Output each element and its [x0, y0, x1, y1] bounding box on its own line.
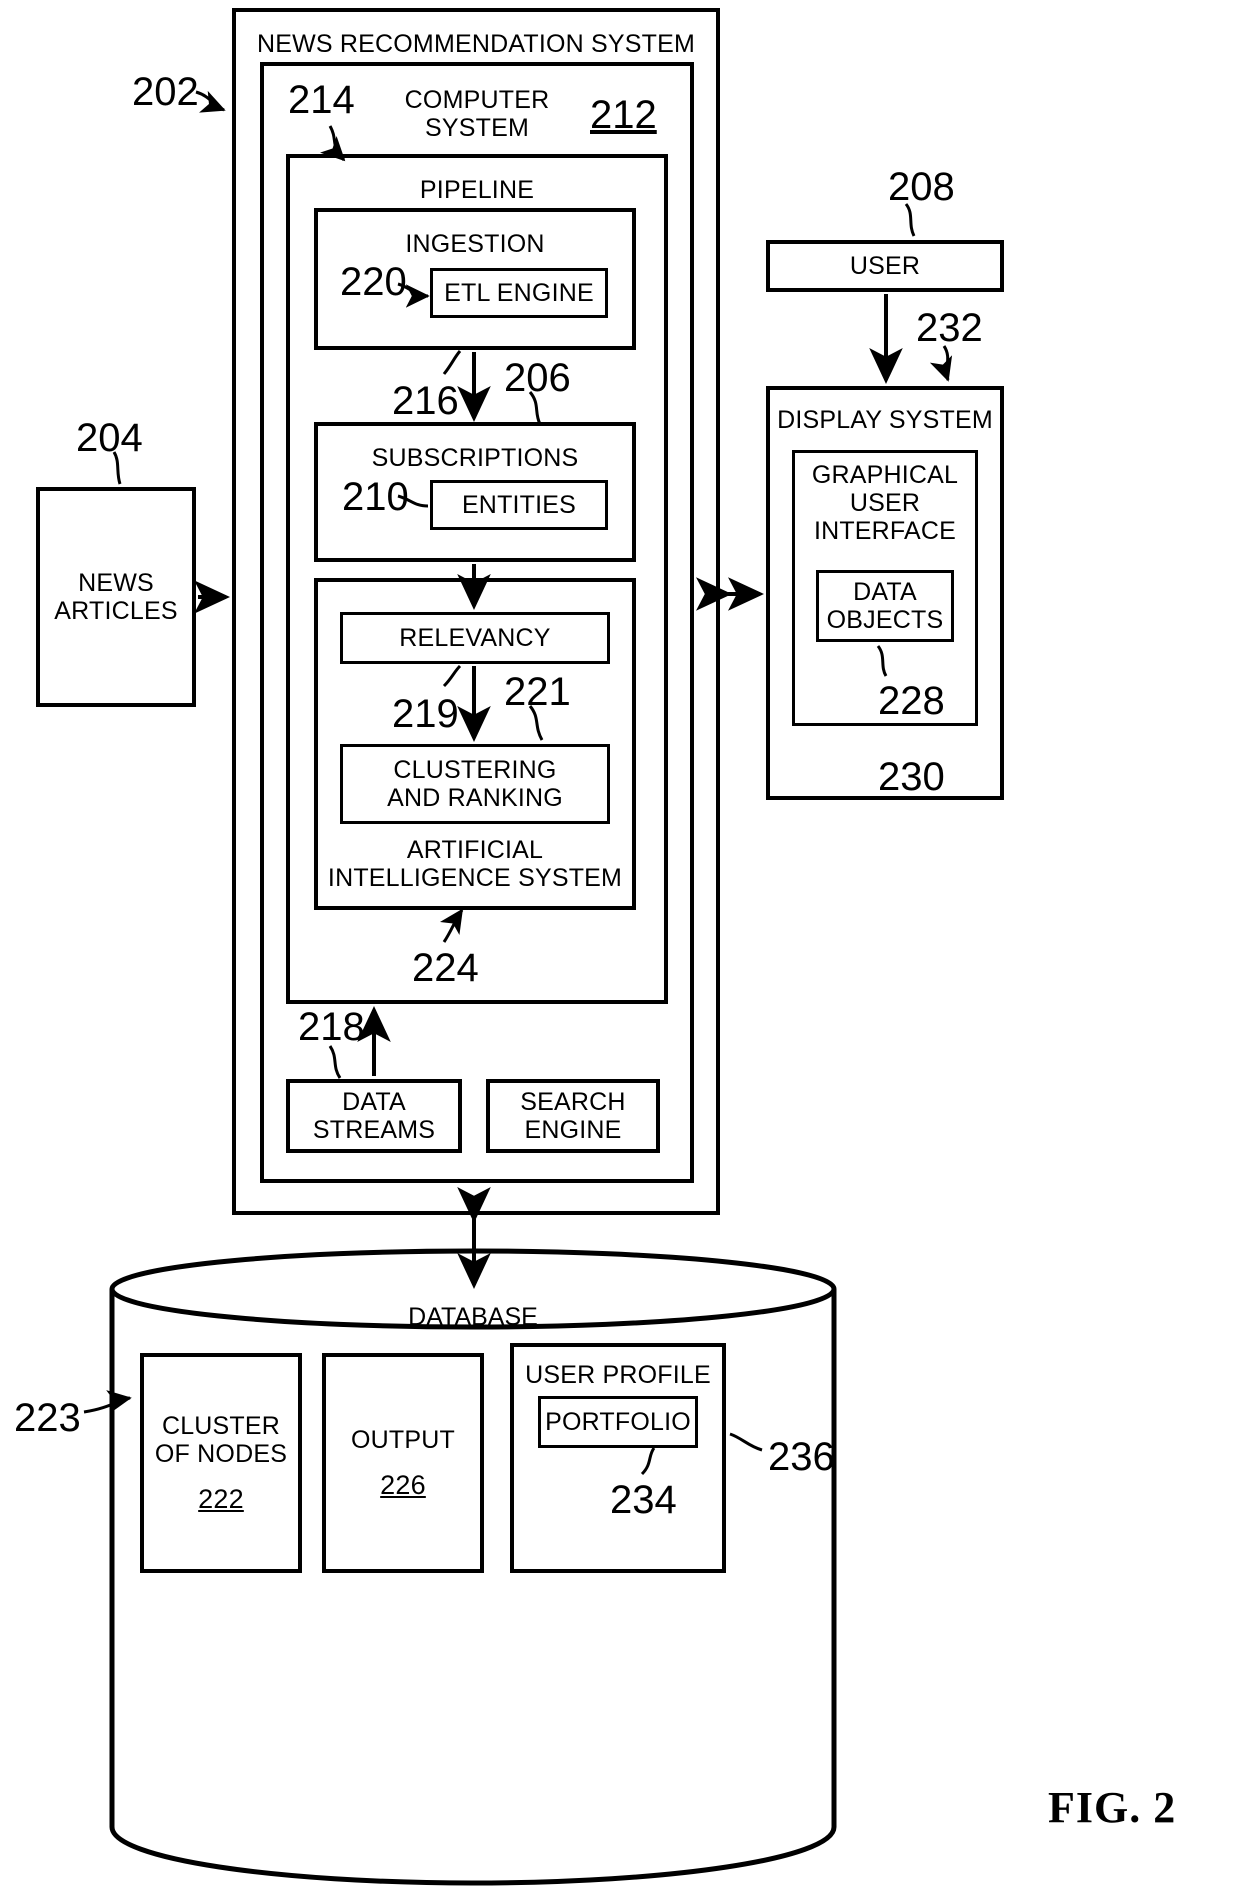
ref-228: 228 [878, 679, 945, 723]
user-profile-title: USER PROFILE [525, 1361, 711, 1389]
artificial-intelligence-system-title: ARTIFICIAL INTELLIGENCE SYSTEM [327, 836, 623, 892]
user-title: USER [849, 252, 921, 280]
portfolio-title: PORTFOLIO [545, 1408, 691, 1436]
ref-214: 214 [288, 78, 355, 122]
entities-title: ENTITIES [461, 491, 577, 519]
display-system-title: DISPLAY SYSTEM [777, 406, 993, 434]
ref-216: 216 [392, 379, 459, 423]
data-objects-box: DATA OBJECTS [816, 570, 954, 642]
ref-204: 204 [76, 416, 143, 460]
database-title: DATABASE [408, 1303, 538, 1331]
search-engine-title: SEARCH ENGINE [520, 1088, 626, 1144]
ref-234: 234 [610, 1478, 677, 1522]
ref-202: 202 [132, 70, 199, 114]
entities-box: ENTITIES [430, 480, 608, 530]
search-engine-box: SEARCH ENGINE [486, 1079, 660, 1153]
cluster-of-nodes-title: CLUSTER OF NODES [154, 1411, 288, 1468]
relevancy-title: RELEVANCY [399, 624, 551, 652]
etl-engine-box: ETL ENGINE [430, 268, 608, 318]
user-profile-box: USER PROFILE [510, 1343, 726, 1573]
ref-221: 221 [504, 670, 571, 714]
cluster-of-nodes-box: CLUSTER OF NODES 222 [140, 1353, 302, 1573]
data-streams-title: DATA STREAMS [312, 1088, 436, 1144]
etl-engine-title: ETL ENGINE [444, 279, 594, 307]
cluster-of-nodes-ref: 222 [198, 1483, 244, 1514]
ref-220: 220 [340, 260, 407, 304]
ref-208: 208 [888, 165, 955, 209]
ingestion-title: INGESTION [405, 230, 545, 258]
ref-232: 232 [916, 306, 983, 350]
figure-caption: FIG. 2 [1048, 1783, 1177, 1832]
ref-212: 212 [590, 93, 657, 137]
subscriptions-title: SUBSCRIPTIONS [371, 444, 579, 472]
ref-210: 210 [342, 475, 409, 519]
ref-230: 230 [878, 755, 945, 799]
patent-figure-2: NEWS RECOMMENDATION SYSTEM COMPUTER SYST… [0, 0, 1240, 1889]
news-articles-box: NEWS ARTICLES [36, 487, 196, 707]
data-objects-title: DATA OBJECTS [826, 578, 944, 634]
ref-223: 223 [14, 1396, 81, 1440]
graphical-user-interface-title: GRAPHICAL USER INTERFACE [811, 461, 959, 545]
output-title: OUTPUT [351, 1425, 455, 1454]
ref-236: 236 [768, 1435, 835, 1479]
ref-224: 224 [412, 946, 479, 990]
relevancy-box: RELEVANCY [340, 612, 610, 664]
portfolio-box: PORTFOLIO [538, 1396, 698, 1448]
user-box: USER [766, 240, 1004, 292]
computer-system-title: COMPUTER SYSTEM [404, 86, 550, 142]
clustering-and-ranking-title: CLUSTERING AND RANKING [387, 756, 563, 812]
pipeline-title: PIPELINE [419, 176, 535, 204]
data-streams-box: DATA STREAMS [286, 1079, 462, 1153]
ref-219: 219 [392, 692, 459, 736]
clustering-and-ranking-box: CLUSTERING AND RANKING [340, 744, 610, 824]
news-recommendation-system-title: NEWS RECOMMENDATION SYSTEM [256, 30, 696, 58]
output-ref: 226 [380, 1469, 426, 1500]
ref-206: 206 [504, 356, 571, 400]
news-articles-title: NEWS ARTICLES [54, 569, 178, 625]
ref-218: 218 [298, 1005, 365, 1049]
output-box: OUTPUT 226 [322, 1353, 484, 1573]
